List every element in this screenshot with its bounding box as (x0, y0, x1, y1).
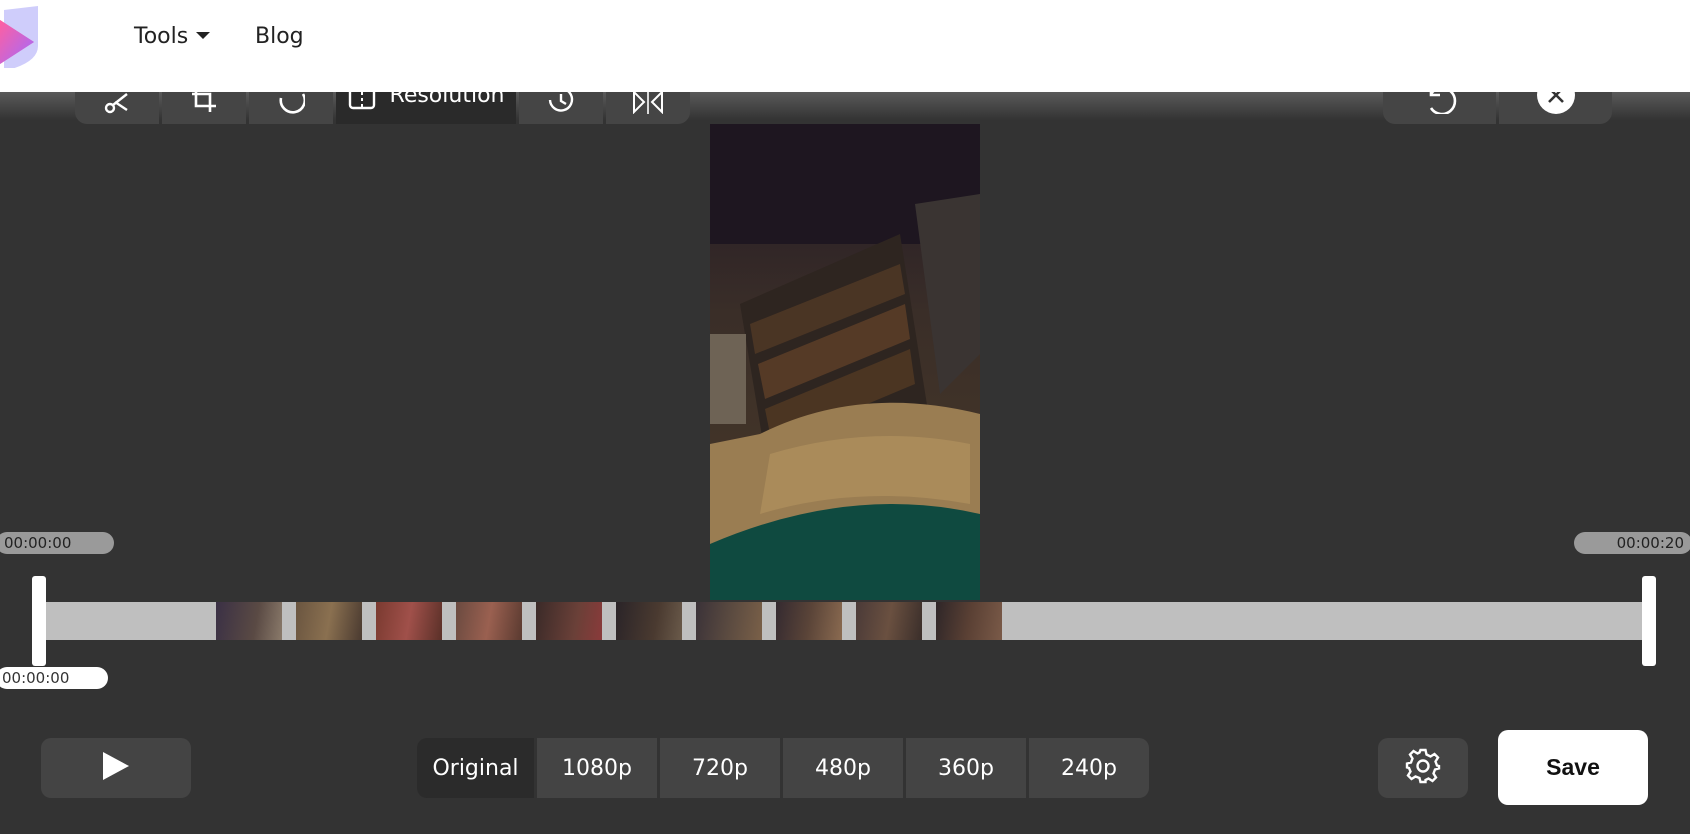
resolution-720p[interactable]: 720p (660, 738, 780, 798)
timeline-thumbnail (616, 602, 682, 640)
resolution-360p[interactable]: 360p (906, 738, 1026, 798)
nav-blog[interactable]: Blog (255, 24, 304, 49)
play-icon (101, 750, 131, 787)
nav-tools-label: Tools (134, 24, 189, 49)
resolution-240p[interactable]: 240p (1029, 738, 1149, 798)
trim-start-handle[interactable] (32, 576, 46, 666)
video-preview[interactable] (710, 124, 980, 600)
timeline-thumbnails (216, 602, 1016, 640)
timeline-thumbnail (456, 602, 522, 640)
trim-end-handle[interactable] (1642, 576, 1656, 666)
caret-down-icon (196, 31, 211, 39)
timeline-thumbnail (696, 602, 762, 640)
timeline-thumbnail (296, 602, 362, 640)
timeline-thumbnail (936, 602, 1002, 640)
save-button[interactable]: Save (1498, 730, 1648, 805)
resolution-1080p[interactable]: 1080p (537, 738, 657, 798)
nav-tools[interactable]: Tools (134, 24, 211, 49)
timeline-thumbnail (776, 602, 842, 640)
current-time: 00:00:00 (0, 667, 108, 689)
play-button[interactable] (41, 738, 191, 798)
timeline-thumbnail (376, 602, 442, 640)
gear-icon (1405, 748, 1441, 789)
rotate-icon (277, 90, 305, 114)
site-header: Tools Blog (0, 0, 1690, 92)
timeline-thumbnail (856, 602, 922, 640)
resolution-selector: Original 1080p 720p 480p 360p 240p (417, 738, 1149, 798)
logo-icon[interactable] (0, 6, 42, 70)
scissors-icon (103, 90, 131, 114)
resolution-original[interactable]: Original (417, 738, 534, 798)
resolution-480p[interactable]: 480p (783, 738, 903, 798)
trim-start-time: 00:00:00 (0, 532, 114, 554)
timeline-thumbnail (216, 602, 282, 640)
settings-button[interactable] (1378, 738, 1468, 798)
trim-end-time: 00:00:20 (1574, 532, 1690, 554)
timeline-thumbnail (536, 602, 602, 640)
flip-icon (632, 90, 664, 114)
